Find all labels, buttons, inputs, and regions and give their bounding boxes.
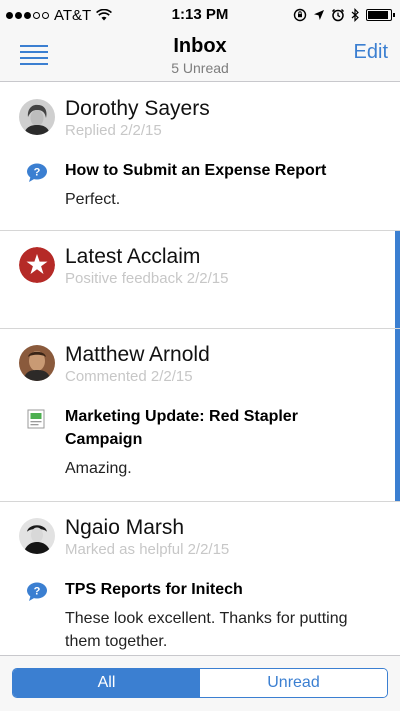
- filter-all-tab[interactable]: All: [13, 669, 200, 697]
- author-name: Latest Acclaim: [65, 245, 201, 268]
- avatar: [19, 99, 55, 135]
- rotation-lock-icon: [293, 8, 307, 22]
- status-right: [293, 6, 395, 24]
- status-bar: AT&T 1:13 PM: [0, 0, 400, 30]
- activity-meta: Replied 2/2/15: [65, 122, 162, 139]
- filter-bar: All Unread: [0, 655, 400, 711]
- author-name: Matthew Arnold: [65, 343, 210, 366]
- svg-text:?: ?: [34, 167, 41, 179]
- svg-text:?: ?: [34, 586, 41, 598]
- author-name: Ngaio Marsh: [65, 516, 185, 539]
- activity-meta: Positive feedback 2/2/15: [65, 270, 229, 287]
- filter-unread-tab[interactable]: Unread: [200, 669, 387, 697]
- page-title: Inbox: [173, 35, 227, 57]
- post-body: Amazing.: [65, 460, 132, 477]
- filter-segmented-control: All Unread: [12, 668, 388, 698]
- post-link[interactable]: ? How to Submit an Expense Report Perfec…: [0, 143, 400, 211]
- bluetooth-icon: [351, 8, 359, 22]
- alarm-icon: [331, 8, 345, 22]
- unread-count: 5 Unread: [171, 60, 229, 76]
- feed-item[interactable]: Matthew Arnold Commented 2/2/15 Marketin…: [0, 329, 400, 502]
- avatar: [19, 518, 55, 554]
- document-icon: [27, 409, 45, 429]
- battery-icon: [366, 9, 395, 21]
- feed-item[interactable]: Dorothy Sayers Replied 2/2/15 ? How to S…: [0, 83, 400, 231]
- navigation-bar: Inbox 5 Unread Edit: [0, 30, 400, 82]
- post-title: How to Submit an Expense Report: [65, 162, 327, 179]
- post-title: Marketing Update: Red Stapler Campaign: [65, 408, 298, 448]
- post-body: These look excellent. Thanks for putting…: [65, 610, 348, 650]
- acclaim-badge-icon: [19, 247, 55, 283]
- inbox-feed[interactable]: Dorothy Sayers Replied 2/2/15 ? How to S…: [0, 83, 400, 655]
- post-title: TPS Reports for Initech: [65, 581, 243, 598]
- avatar: [19, 345, 55, 381]
- battery-level: [368, 11, 388, 19]
- post-body: Perfect.: [65, 191, 121, 208]
- feed-item[interactable]: Ngaio Marsh Marked as helpful 2/2/15 ? T…: [0, 502, 400, 655]
- edit-button[interactable]: Edit: [354, 41, 388, 64]
- author-name: Dorothy Sayers: [65, 97, 210, 120]
- post-link[interactable]: ? TPS Reports for Initech These look exc…: [0, 562, 400, 653]
- chat-bubble-icon: ?: [27, 582, 47, 601]
- activity-meta: Marked as helpful 2/2/15: [65, 541, 230, 558]
- location-icon: [314, 10, 324, 20]
- chat-bubble-icon: ?: [27, 163, 47, 182]
- feed-item[interactable]: Latest Acclaim Positive feedback 2/2/15: [0, 231, 400, 329]
- activity-meta: Commented 2/2/15: [65, 368, 193, 385]
- post-link[interactable]: Marketing Update: Red Stapler Campaign A…: [0, 389, 400, 480]
